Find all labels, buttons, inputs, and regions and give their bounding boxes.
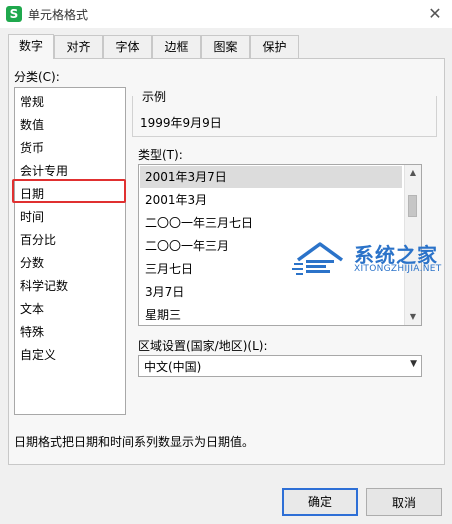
ok-button[interactable]: 确定 [282, 488, 358, 516]
category-item-percentage[interactable]: 百分比 [20, 229, 56, 251]
house-logo-icon [292, 242, 344, 275]
category-item-currency[interactable]: 货币 [20, 137, 44, 159]
sample-value: 1999年9月9日 [140, 116, 222, 130]
scroll-up-icon[interactable]: ▲ [408, 168, 418, 178]
watermark-subtext: XITONGZHIJIA.NET [354, 264, 442, 274]
tab-number[interactable]: 数字 [8, 34, 54, 59]
type-item[interactable]: 2001年3月7日 [140, 166, 402, 188]
category-item-fraction[interactable]: 分数 [20, 252, 44, 274]
tab-protection[interactable]: 保护 [250, 35, 299, 58]
type-item[interactable]: 3月7日 [140, 281, 402, 303]
wps-app-icon: S [6, 6, 22, 22]
locale-value: 中文(中国) [144, 360, 202, 374]
type-item[interactable]: 星期三 [140, 304, 402, 325]
tab-border[interactable]: 边框 [152, 35, 201, 58]
chevron-down-icon[interactable]: ▼ [410, 359, 417, 369]
category-item-special[interactable]: 特殊 [20, 321, 44, 343]
category-item-text[interactable]: 文本 [20, 298, 44, 320]
category-label: 分类(C): [14, 70, 60, 84]
cancel-button[interactable]: 取消 [366, 488, 442, 516]
window-title: 单元格格式 [28, 8, 89, 22]
category-item-number[interactable]: 数值 [20, 114, 44, 136]
tab-alignment[interactable]: 对齐 [54, 35, 103, 58]
category-item-scientific[interactable]: 科学记数 [20, 275, 68, 297]
category-list[interactable]: 常规 数值 货币 会计专用 日期 时间 百分比 分数 科学记数 文本 特殊 自定… [12, 87, 126, 415]
format-description: 日期格式把日期和时间系列数显示为日期值。 [14, 435, 255, 449]
type-item[interactable]: 2001年3月 [140, 189, 402, 211]
title-bar: S 单元格格式 ✕ [0, 0, 452, 28]
type-item[interactable]: 二〇〇一年三月七日 [140, 212, 402, 234]
tab-font[interactable]: 字体 [103, 35, 152, 58]
scroll-thumb[interactable] [408, 195, 417, 217]
category-item-custom[interactable]: 自定义 [20, 344, 56, 366]
sample-caption: 示例 [140, 88, 169, 105]
category-item-time[interactable]: 时间 [20, 206, 44, 228]
category-item-general[interactable]: 常规 [20, 91, 44, 113]
close-icon[interactable]: ✕ [424, 3, 446, 25]
locale-label: 区域设置(国家/地区)(L): [138, 339, 268, 353]
locale-select[interactable]: 中文(中国) ▼ [138, 355, 422, 377]
selected-category-highlight [12, 179, 126, 203]
tab-pattern[interactable]: 图案 [201, 35, 250, 58]
type-label: 类型(T): [138, 148, 183, 162]
watermark-logo: 系统之家 XITONGZHIJIA.NET [292, 238, 442, 278]
scroll-down-icon[interactable]: ▼ [408, 312, 418, 322]
